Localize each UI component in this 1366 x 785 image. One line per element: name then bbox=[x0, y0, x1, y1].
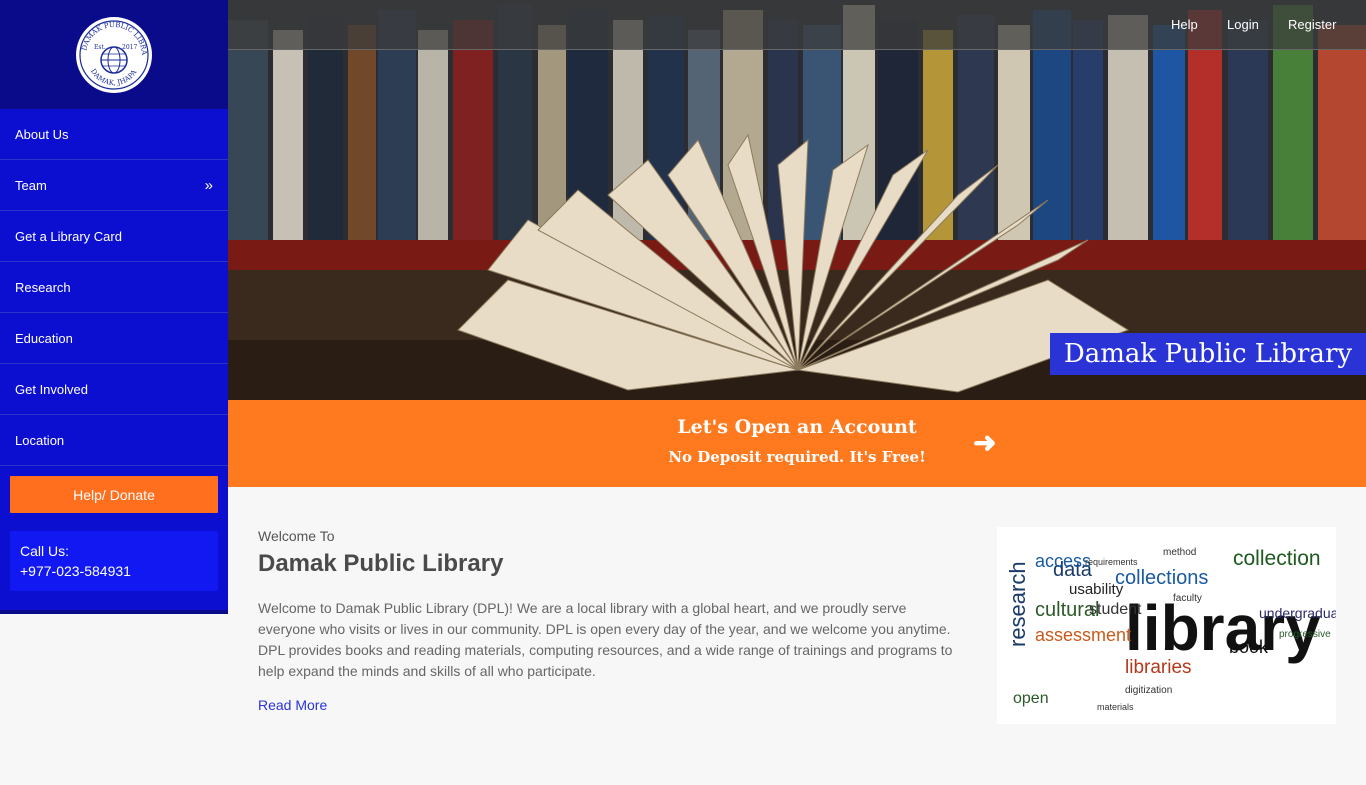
welcome-section: Welcome To Damak Public Library Welcome … bbox=[258, 528, 963, 715]
arrow-right-icon[interactable]: ➜ bbox=[973, 426, 996, 459]
cloud-word: progressive bbox=[1279, 629, 1331, 640]
sidebar-item-label: Team bbox=[15, 177, 47, 193]
cloud-word: materials bbox=[1097, 702, 1134, 712]
cloud-word: requirements bbox=[1085, 557, 1138, 567]
cloud-word: collection bbox=[1233, 547, 1321, 570]
sidebar-item-get-involved[interactable]: Get Involved bbox=[0, 364, 228, 415]
cloud-word: assessment bbox=[1035, 625, 1132, 645]
logo-est: Est. bbox=[94, 44, 106, 51]
sidebar-bottom-bar bbox=[0, 610, 228, 614]
page-title: Damak Public Library bbox=[258, 550, 504, 577]
welcome-paragraph: Welcome to Damak Public Library (DPL)! W… bbox=[258, 600, 953, 679]
sidebar-item-label: Get Involved bbox=[15, 381, 88, 397]
cloud-word: book bbox=[1229, 637, 1269, 657]
logo-year: 2017 bbox=[122, 44, 137, 51]
sidebar-item-label: Get a Library Card bbox=[15, 228, 122, 244]
cloud-word: faculty bbox=[1173, 593, 1202, 604]
cloud-word: method bbox=[1163, 547, 1197, 558]
call-us-box: Call Us: +977-023-584931 bbox=[10, 531, 218, 591]
cloud-word: libraries bbox=[1125, 657, 1192, 678]
sidebar-item-location[interactable]: Location bbox=[0, 415, 228, 466]
open-account-banner[interactable]: Let's Open an Account No Deposit require… bbox=[228, 400, 1366, 487]
cloud-word: digitization bbox=[1125, 685, 1173, 696]
double-chevron-right-icon: » bbox=[204, 176, 213, 194]
register-link[interactable]: Register bbox=[1288, 17, 1336, 32]
sidebar-item-about-us[interactable]: About Us bbox=[0, 109, 228, 160]
cta-title: Let's Open an Account bbox=[677, 416, 917, 438]
logo-area: DAMAK PUBLIC LIBRARY DAMAK, JHAPA Est. 2… bbox=[0, 0, 228, 109]
welcome-to-label: Welcome To bbox=[258, 528, 335, 544]
top-navbar: Help Login Register bbox=[228, 0, 1366, 50]
sidebar-item-label: Location bbox=[15, 432, 65, 448]
cloud-word: research bbox=[1005, 561, 1030, 647]
call-us-label: Call Us: bbox=[20, 543, 70, 559]
cloud-word: undergraduate bbox=[1259, 605, 1336, 621]
read-more-link[interactable]: Read More bbox=[258, 697, 327, 713]
cloud-word: library bbox=[1125, 592, 1321, 664]
sidebar: DAMAK PUBLIC LIBRARY DAMAK, JHAPA Est. 2… bbox=[0, 0, 228, 614]
cta-subtitle: No Deposit required. It's Free! bbox=[668, 448, 926, 466]
hero-banner: Help Login Register Damak Public Library bbox=[228, 0, 1366, 400]
sidebar-item-label: About Us bbox=[15, 126, 69, 142]
sidebar-item-label: Education bbox=[15, 330, 73, 346]
sidebar-item-education[interactable]: Education bbox=[0, 313, 228, 364]
sidebar-item-label: Research bbox=[15, 279, 71, 295]
cloud-word: usability bbox=[1069, 581, 1124, 598]
cloud-word: collections bbox=[1115, 567, 1209, 589]
donate-button[interactable]: Help/ Donate bbox=[10, 476, 218, 513]
login-link[interactable]: Login bbox=[1227, 17, 1259, 32]
hero-title: Damak Public Library bbox=[1050, 333, 1366, 375]
sidebar-item-team[interactable]: Team » bbox=[0, 160, 228, 211]
help-link[interactable]: Help bbox=[1171, 17, 1198, 32]
sidebar-item-get-a-library-card[interactable]: Get a Library Card bbox=[0, 211, 228, 262]
cloud-word: open bbox=[1013, 690, 1049, 707]
sidebar-item-research[interactable]: Research bbox=[0, 262, 228, 313]
cloud-word: access bbox=[1035, 551, 1092, 571]
cloud-word: student bbox=[1089, 601, 1142, 618]
call-us-number[interactable]: +977-023-584931 bbox=[20, 561, 208, 581]
library-logo[interactable]: DAMAK PUBLIC LIBRARY DAMAK, JHAPA Est. 2… bbox=[74, 15, 154, 95]
library-word-cloud-image: library research collections assessment … bbox=[997, 527, 1336, 724]
